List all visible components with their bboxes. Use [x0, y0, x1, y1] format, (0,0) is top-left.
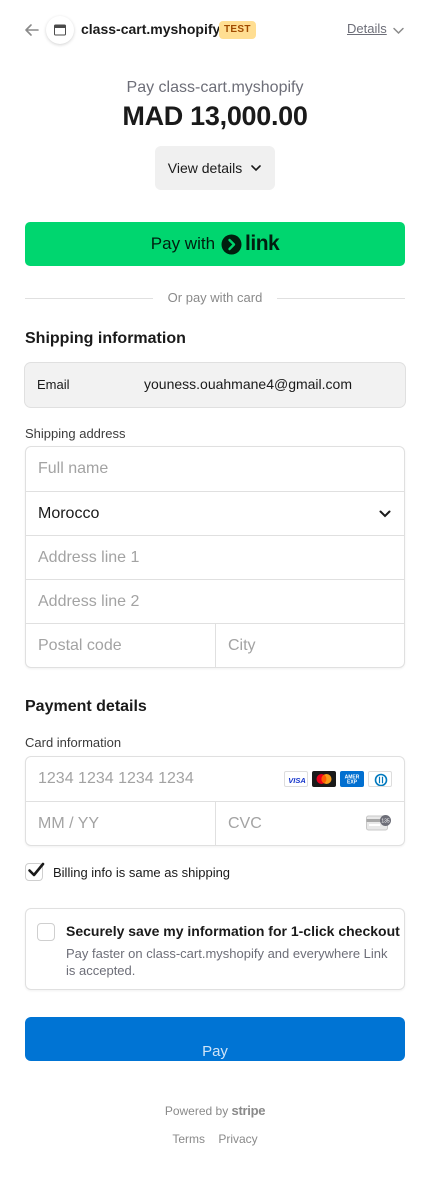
- stripe-logo: stripe: [231, 1103, 266, 1118]
- chevron-down-icon[interactable]: [392, 24, 405, 37]
- expiry-field[interactable]: MM / YY: [26, 802, 215, 846]
- full-name-placeholder: Full name: [38, 460, 109, 477]
- shipping-address-group: Full name Morocco Address line 1 Address…: [25, 446, 405, 668]
- pay-button[interactable]: Pay: [25, 1017, 405, 1061]
- cvc-field[interactable]: CVC 135: [215, 802, 404, 846]
- email-value: youness.ouahmane4@gmail.com: [144, 376, 352, 392]
- address-line-1-field[interactable]: Address line 1: [26, 535, 404, 579]
- save-info-description: Pay faster on class-cart.myshopify and e…: [66, 946, 388, 978]
- shipping-title: Shipping information: [25, 330, 186, 347]
- cvc-card-icon: 135: [366, 815, 391, 831]
- checkmark-icon: [28, 862, 45, 877]
- address-line-2-placeholder: Address line 2: [38, 593, 140, 610]
- billing-same-checkbox[interactable]: [25, 862, 45, 881]
- powered-by-label: Powered by: [164, 1104, 229, 1118]
- mastercard-icon: [312, 771, 336, 787]
- email-label: Email: [37, 377, 70, 392]
- billing-same-label: Billing info is same as shipping: [53, 864, 231, 880]
- pay-button-label: Pay: [202, 1043, 228, 1060]
- store-name: class-cart.myshopify: [81, 21, 221, 37]
- cvc-placeholder: CVC: [228, 815, 262, 832]
- expiry-placeholder: MM / YY: [38, 815, 100, 832]
- card-number-field[interactable]: 1234 1234 1234 1234 VISA AMER EXP: [26, 757, 404, 801]
- city-field[interactable]: City: [215, 624, 404, 668]
- arrow-left-icon[interactable]: [22, 20, 42, 40]
- powered-by-stripe[interactable]: Powered by stripe: [0, 1103, 430, 1118]
- store-icon: [46, 16, 74, 44]
- svg-text:VISA: VISA: [288, 776, 306, 785]
- link-logo: link: [221, 232, 280, 256]
- payment-title: Payment details: [25, 698, 147, 715]
- pay-to-label: Pay class-cart.myshopify: [126, 79, 304, 96]
- card-brands: VISA AMER EXP: [284, 771, 392, 787]
- total-amount: MAD 13,000.00: [122, 101, 308, 131]
- expiry-cvc-row: MM / YY CVC 135: [26, 801, 404, 846]
- link-brand: link: [245, 232, 280, 255]
- city-placeholder: City: [228, 637, 256, 654]
- address-line-2-field[interactable]: Address line 2: [26, 579, 404, 623]
- save-info-box: Securely save my information for 1-click…: [25, 908, 405, 990]
- test-badge: TEST: [219, 21, 256, 39]
- shipping-address-label: Shipping address: [25, 426, 126, 441]
- view-details-label: View details: [167, 160, 243, 176]
- country-value: Morocco: [38, 505, 100, 522]
- postal-code-field[interactable]: Postal code: [26, 624, 215, 668]
- card-information-label: Card information: [25, 735, 122, 750]
- pay-with-link-button[interactable]: Pay with link: [25, 222, 405, 266]
- link-arrow-icon: [221, 234, 242, 254]
- save-info-checkbox[interactable]: [37, 923, 55, 941]
- privacy-link[interactable]: Privacy: [218, 1132, 257, 1146]
- email-field[interactable]: Email youness.ouahmane4@gmail.com: [25, 363, 405, 407]
- terms-link[interactable]: Terms: [172, 1132, 205, 1146]
- svg-text:135: 135: [381, 819, 390, 825]
- postal-city-row: Postal code City: [26, 623, 404, 668]
- amex-icon: AMER EXP: [340, 771, 364, 787]
- header-bar: class-cart.myshopify TEST Details: [0, 0, 430, 60]
- country-select[interactable]: Morocco: [26, 491, 404, 535]
- visa-icon: VISA: [284, 771, 308, 787]
- full-name-field[interactable]: Full name: [26, 447, 404, 491]
- billing-same-checkbox-row[interactable]: Billing info is same as shipping: [25, 862, 230, 882]
- view-details-button[interactable]: View details: [155, 146, 275, 190]
- diners-icon: [368, 771, 392, 787]
- footer-links: Terms Privacy: [0, 1132, 430, 1146]
- chevron-down-icon: [379, 510, 391, 518]
- svg-text:EXP: EXP: [347, 780, 358, 786]
- pay-with-label: Pay with: [150, 234, 216, 253]
- card-number-placeholder: 1234 1234 1234 1234: [38, 770, 194, 787]
- postal-code-placeholder: Postal code: [38, 637, 122, 654]
- card-information-group: 1234 1234 1234 1234 VISA AMER EXP MM / YY…: [25, 756, 405, 846]
- or-divider-text: Or pay with card: [167, 290, 263, 305]
- save-info-title: Securely save my information for 1-click…: [66, 923, 400, 939]
- details-link[interactable]: Details: [347, 21, 387, 36]
- chevron-down-icon: [251, 165, 262, 172]
- or-divider: Or pay with card: [25, 290, 405, 308]
- address-line-1-placeholder: Address line 1: [38, 549, 140, 566]
